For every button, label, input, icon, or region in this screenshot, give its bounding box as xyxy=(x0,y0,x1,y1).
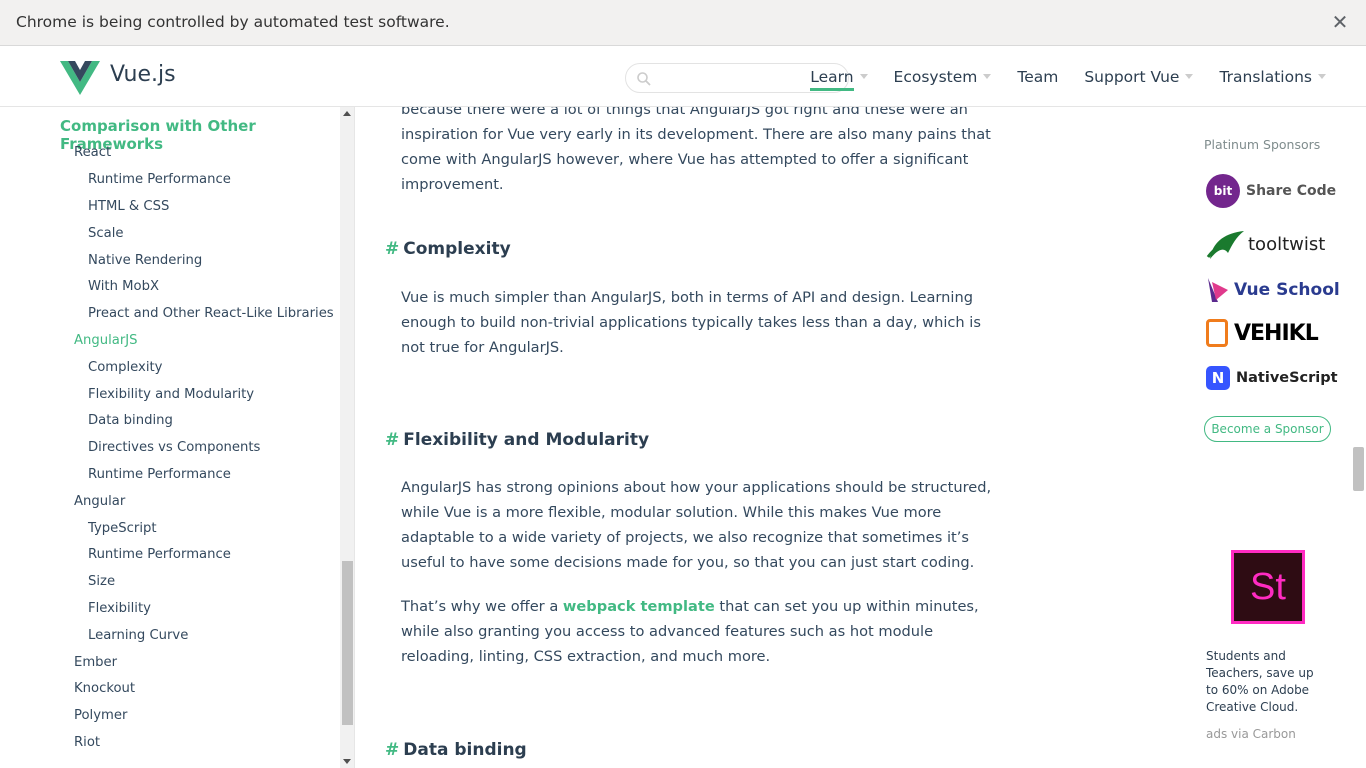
sponsor-badge: bit xyxy=(1206,174,1240,208)
carbon-ad-image[interactable]: St xyxy=(1231,550,1305,624)
heading-text: Flexibility and Modularity xyxy=(403,430,650,450)
sidebar-item-scale[interactable]: Scale xyxy=(88,226,123,241)
sidebar-item-size[interactable]: Size xyxy=(88,574,115,589)
nav-label: Learn xyxy=(810,68,854,91)
sidebar-item-flexibility-modularity[interactable]: Flexibility and Modularity xyxy=(88,387,254,402)
complexity-paragraph: Vue is much simpler than AngularJS, both… xyxy=(401,289,981,356)
sponsor-bit[interactable]: bit Share Code xyxy=(1206,172,1336,210)
chevron-down-icon xyxy=(983,74,992,79)
sidebar-item-with-mobx[interactable]: With MobX xyxy=(88,279,159,294)
vehikl-icon xyxy=(1206,319,1228,347)
nav-label: Support Vue xyxy=(1084,67,1180,86)
heading-data-binding: # Data binding xyxy=(385,740,527,760)
sponsor-name: Vue School xyxy=(1234,280,1340,300)
flexibility-paragraph: AngularJS has strong opinions about how … xyxy=(401,479,992,571)
nav-label: Ecosystem xyxy=(893,67,978,86)
sidebar-scroll-thumb[interactable] xyxy=(342,561,353,725)
sponsors-column: Platinum Sponsors bit Share Code tooltwi… xyxy=(1196,107,1351,768)
sidebar-item-complexity[interactable]: Complexity xyxy=(88,360,162,375)
chevron-down-icon xyxy=(1185,74,1194,79)
sidebar-item-directives-components[interactable]: Directives vs Components xyxy=(88,440,260,455)
heading-text: Complexity xyxy=(403,239,511,259)
intro-paragraph: because there were a lot of things that … xyxy=(401,107,991,193)
sidebar-item-ember[interactable]: Ember xyxy=(74,655,117,670)
sidebar-item-preact[interactable]: Preact and Other React-Like Libraries xyxy=(88,306,334,321)
adobe-stock-logo: St xyxy=(1250,565,1286,608)
chevron-down-icon xyxy=(1318,74,1326,79)
infobar-message: Chrome is being controlled by automated … xyxy=(16,13,450,31)
webpack-paragraph: That’s why we offer a webpack template t… xyxy=(401,594,1001,669)
sidebar-item-knockout[interactable]: Knockout xyxy=(74,681,135,696)
sidebar-item-html-css[interactable]: HTML & CSS xyxy=(88,199,169,214)
sponsor-nativescript[interactable]: N NativeScript xyxy=(1206,359,1338,397)
automation-infobar: Chrome is being controlled by automated … xyxy=(0,0,1366,46)
sidebar-item-polymer[interactable]: Polymer xyxy=(74,708,127,723)
sidebar-item-runtime-performance[interactable]: Runtime Performance xyxy=(88,467,231,482)
become-sponsor-button[interactable]: Become a Sponsor xyxy=(1204,416,1331,442)
brand-name[interactable]: Vue.js xyxy=(110,62,176,87)
sidebar-item-learning-curve[interactable]: Learning Curve xyxy=(88,628,188,643)
page-scrollbar[interactable] xyxy=(1351,107,1366,768)
heading-text: Data binding xyxy=(403,740,527,760)
anchor-link[interactable]: # xyxy=(385,239,399,259)
anchor-link[interactable]: # xyxy=(385,740,399,760)
nav-label: Team xyxy=(1017,67,1059,86)
sponsor-vueschool[interactable]: Vue School xyxy=(1206,271,1340,309)
sidebar: Comparison with Other Frameworks React R… xyxy=(0,107,355,768)
search-icon xyxy=(637,72,651,86)
carbon-ad-via[interactable]: ads via Carbon xyxy=(1206,727,1296,741)
sponsor-name: NativeScript xyxy=(1236,370,1338,386)
main-content: because there were a lot of things that … xyxy=(356,107,1196,768)
nav-team[interactable]: Team xyxy=(1017,46,1058,107)
sidebar-item-typescript[interactable]: TypeScript xyxy=(88,521,157,536)
sidebar-item-native-rendering[interactable]: Native Rendering xyxy=(88,253,202,268)
site-header: Vue.js Learn Ecosystem Team Support Vue … xyxy=(0,46,1366,107)
sidebar-item-data-binding[interactable]: Data binding xyxy=(88,413,173,428)
nav-learn[interactable]: Learn xyxy=(810,46,868,107)
top-nav: Learn Ecosystem Team Support Vue Transla… xyxy=(784,46,1326,107)
sponsor-name: tooltwist xyxy=(1248,233,1326,255)
nav-ecosystem[interactable]: Ecosystem xyxy=(894,46,992,107)
chevron-down-icon xyxy=(859,74,868,79)
sponsor-name: Share Code xyxy=(1246,183,1337,199)
sponsors-title: Platinum Sponsors xyxy=(1204,137,1321,152)
vueschool-icon xyxy=(1208,278,1228,302)
sponsor-name: VEHIKL xyxy=(1234,320,1319,346)
sidebar-item-angular[interactable]: Angular xyxy=(74,494,125,509)
nav-translations[interactable]: Translations xyxy=(1219,46,1326,107)
heading-complexity: # Complexity xyxy=(385,239,511,259)
paragraph-text: That’s why we offer a xyxy=(401,598,563,615)
sidebar-item-runtime-performance[interactable]: Runtime Performance xyxy=(88,172,231,187)
heading-flexibility-modularity: # Flexibility and Modularity xyxy=(385,430,649,450)
sidebar-item-riot[interactable]: Riot xyxy=(74,735,100,750)
sponsor-vehikl[interactable]: VEHIKL xyxy=(1206,314,1319,352)
nativescript-icon: N xyxy=(1206,366,1230,390)
webpack-template-link[interactable]: webpack template xyxy=(563,598,715,615)
tooltwist-leaf-icon xyxy=(1206,231,1244,259)
carbon-ad-text[interactable]: Students and Teachers, save up to 60% on… xyxy=(1206,648,1326,716)
page-scroll-thumb[interactable] xyxy=(1353,447,1364,491)
vue-logo-icon[interactable] xyxy=(60,59,100,95)
scroll-down-icon[interactable] xyxy=(343,759,351,764)
anchor-link[interactable]: # xyxy=(385,430,399,450)
scroll-up-icon[interactable] xyxy=(343,111,351,116)
sidebar-item-react[interactable]: React xyxy=(74,145,111,160)
sidebar-scrollbar[interactable] xyxy=(340,107,354,768)
nav-support-vue[interactable]: Support Vue xyxy=(1084,46,1194,107)
sponsor-tooltwist[interactable]: tooltwist xyxy=(1206,225,1325,263)
close-icon[interactable]: ✕ xyxy=(1330,11,1350,33)
sidebar-item-runtime-performance[interactable]: Runtime Performance xyxy=(88,547,231,562)
sidebar-item-flexibility[interactable]: Flexibility xyxy=(88,601,151,616)
sidebar-item-angularjs[interactable]: AngularJS xyxy=(74,333,138,348)
nav-label: Translations xyxy=(1219,67,1312,86)
